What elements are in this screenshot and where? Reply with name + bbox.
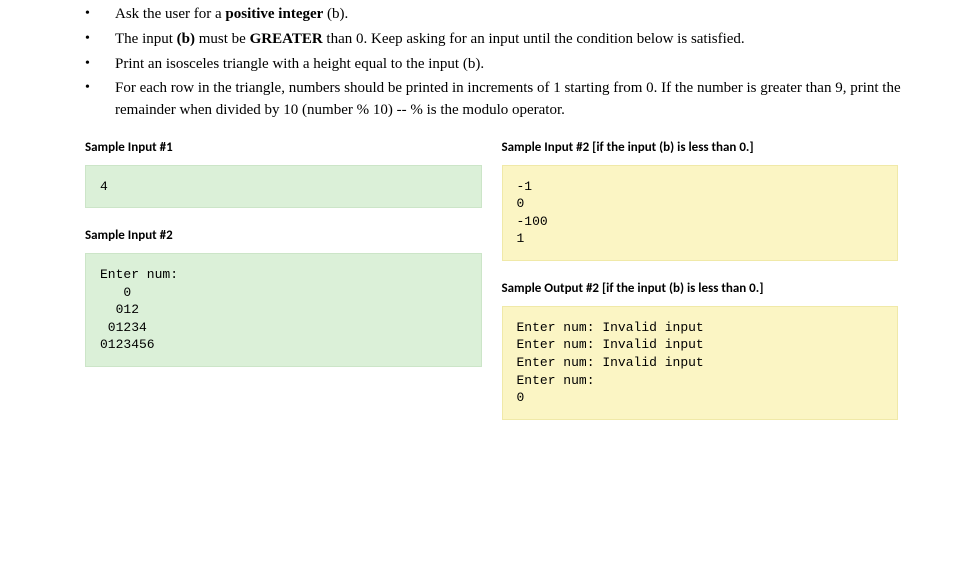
instruction-item: For each row in the triangle, numbers sh…	[85, 78, 928, 122]
instruction-list: Ask the user for a positive integer (b).…	[0, 0, 928, 122]
document-content: Ask the user for a positive integer (b).…	[0, 0, 958, 440]
text-fragment: (b).	[323, 6, 348, 22]
samples-columns: Sample Input #1 4 Sample Input #2 Enter …	[0, 140, 928, 440]
text-fragment: than 0. Keep asking for an input until t…	[323, 31, 745, 47]
sample-input-2b-heading: Sample Input #2 [if the input (b) is les…	[502, 140, 899, 155]
bold-text: GREATER	[250, 31, 323, 47]
sample-input-2-heading: Sample Input #2	[85, 228, 482, 243]
sample-output-2-heading: Sample Output #2 [if the input (b) is le…	[502, 281, 899, 296]
text-fragment: For each row in the triangle, numbers sh…	[115, 80, 901, 118]
text-fragment: Print an isosceles triangle with a heigh…	[115, 56, 484, 72]
sample-output-2-code: Enter num: Invalid input Enter num: Inva…	[502, 306, 899, 420]
text-fragment: Ask the user for a	[115, 6, 225, 22]
text-fragment: must be	[195, 31, 250, 47]
right-column: Sample Input #2 [if the input (b) is les…	[502, 140, 899, 440]
bold-text: positive integer	[225, 6, 323, 22]
sample-input-1-heading: Sample Input #1	[85, 140, 482, 155]
instruction-item: Ask the user for a positive integer (b).	[85, 4, 928, 26]
instruction-item: Print an isosceles triangle with a heigh…	[85, 54, 928, 76]
left-column: Sample Input #1 4 Sample Input #2 Enter …	[85, 140, 482, 440]
sample-input-1-code: 4	[85, 165, 482, 209]
sample-input-2b-code: -1 0 -100 1	[502, 165, 899, 261]
sample-input-2-code: Enter num: 0 012 01234 0123456	[85, 253, 482, 367]
bold-text: (b)	[177, 31, 195, 47]
text-fragment: The input	[115, 31, 177, 47]
instruction-item: The input (b) must be GREATER than 0. Ke…	[85, 29, 928, 51]
